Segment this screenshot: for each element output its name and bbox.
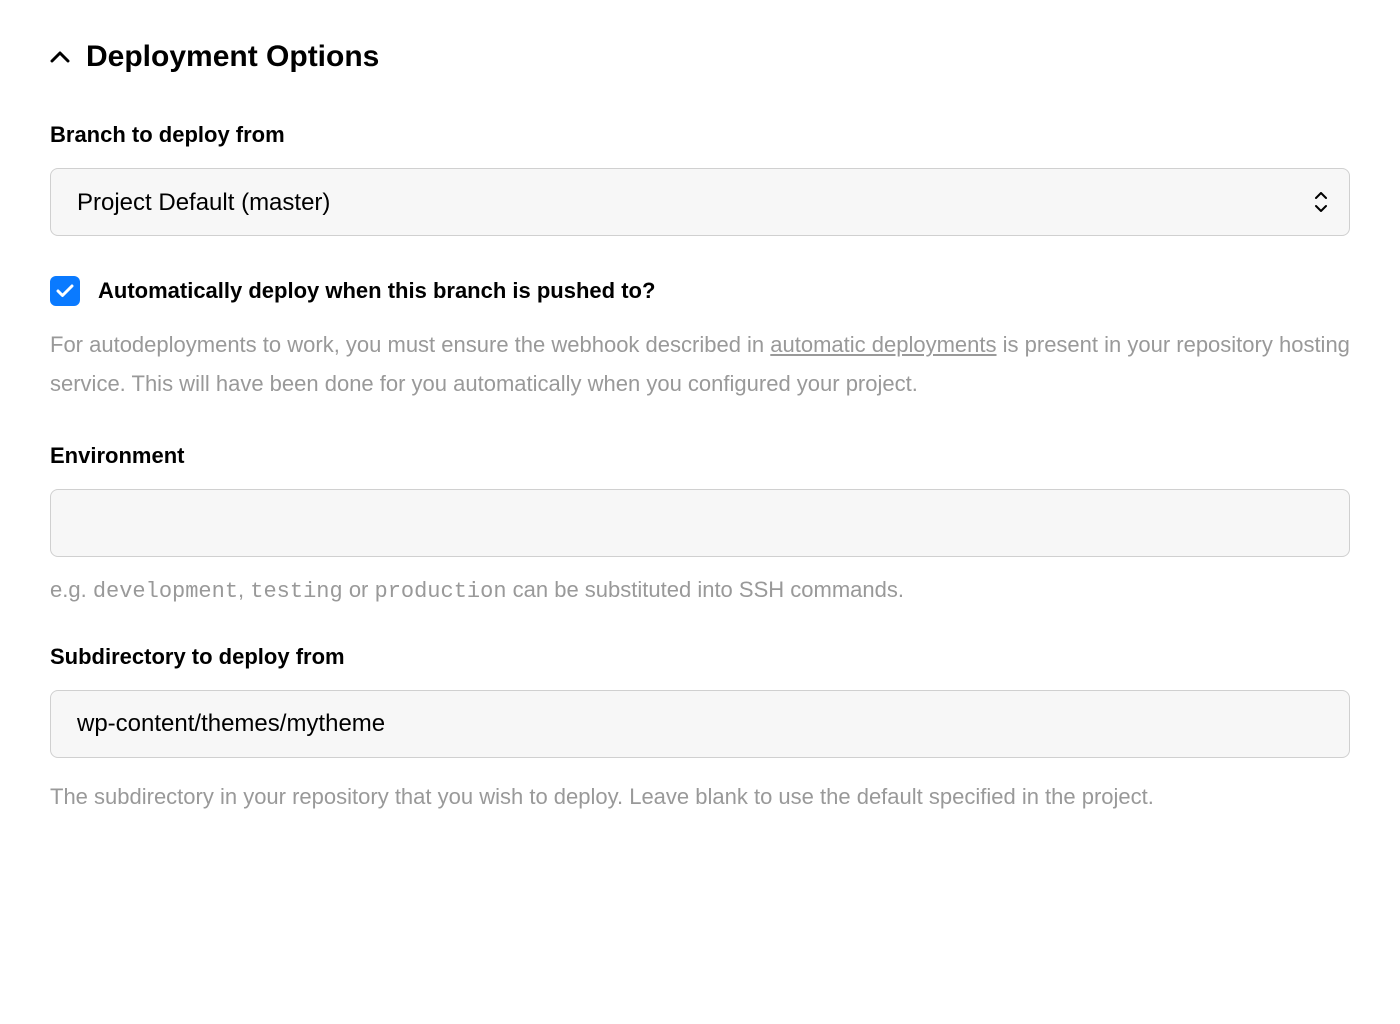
autodeploy-label[interactable]: Automatically deploy when this branch is… (98, 278, 655, 304)
autodeploy-help: For autodeployments to work, you must en… (50, 326, 1350, 403)
environment-label: Environment (50, 443, 1350, 469)
environment-help-code2: testing (250, 579, 342, 604)
section-title: Deployment Options (86, 40, 379, 74)
branch-select[interactable]: Project Default (master) (50, 168, 1350, 236)
subdirectory-help: The subdirectory in your repository that… (50, 778, 1350, 817)
branch-field-group: Branch to deploy from Project Default (m… (50, 122, 1350, 236)
section-header[interactable]: Deployment Options (50, 40, 1350, 74)
autodeploy-checkbox-row: Automatically deploy when this branch is… (50, 276, 1350, 306)
autodeploy-field-group: Automatically deploy when this branch is… (50, 276, 1350, 403)
environment-help-suffix: can be substituted into SSH commands. (507, 577, 904, 602)
subdirectory-field-group: Subdirectory to deploy from The subdirec… (50, 644, 1350, 817)
subdirectory-label: Subdirectory to deploy from (50, 644, 1350, 670)
branch-label: Branch to deploy from (50, 122, 1350, 148)
environment-help-sep1: , (238, 577, 250, 602)
environment-help-code3: production (375, 579, 507, 604)
chevron-up-icon (50, 50, 70, 64)
branch-select-wrapper: Project Default (master) (50, 168, 1350, 236)
subdirectory-input[interactable] (50, 690, 1350, 758)
autodeploy-help-link[interactable]: automatic deployments (770, 332, 996, 357)
autodeploy-checkbox[interactable] (50, 276, 80, 306)
environment-help-prefix: e.g. (50, 577, 93, 602)
autodeploy-help-prefix: For autodeployments to work, you must en… (50, 332, 770, 357)
environment-help: e.g. development, testing or production … (50, 577, 1350, 604)
environment-input[interactable] (50, 489, 1350, 557)
environment-help-sep2: or (343, 577, 375, 602)
environment-help-code1: development (93, 579, 238, 604)
environment-field-group: Environment e.g. development, testing or… (50, 443, 1350, 604)
